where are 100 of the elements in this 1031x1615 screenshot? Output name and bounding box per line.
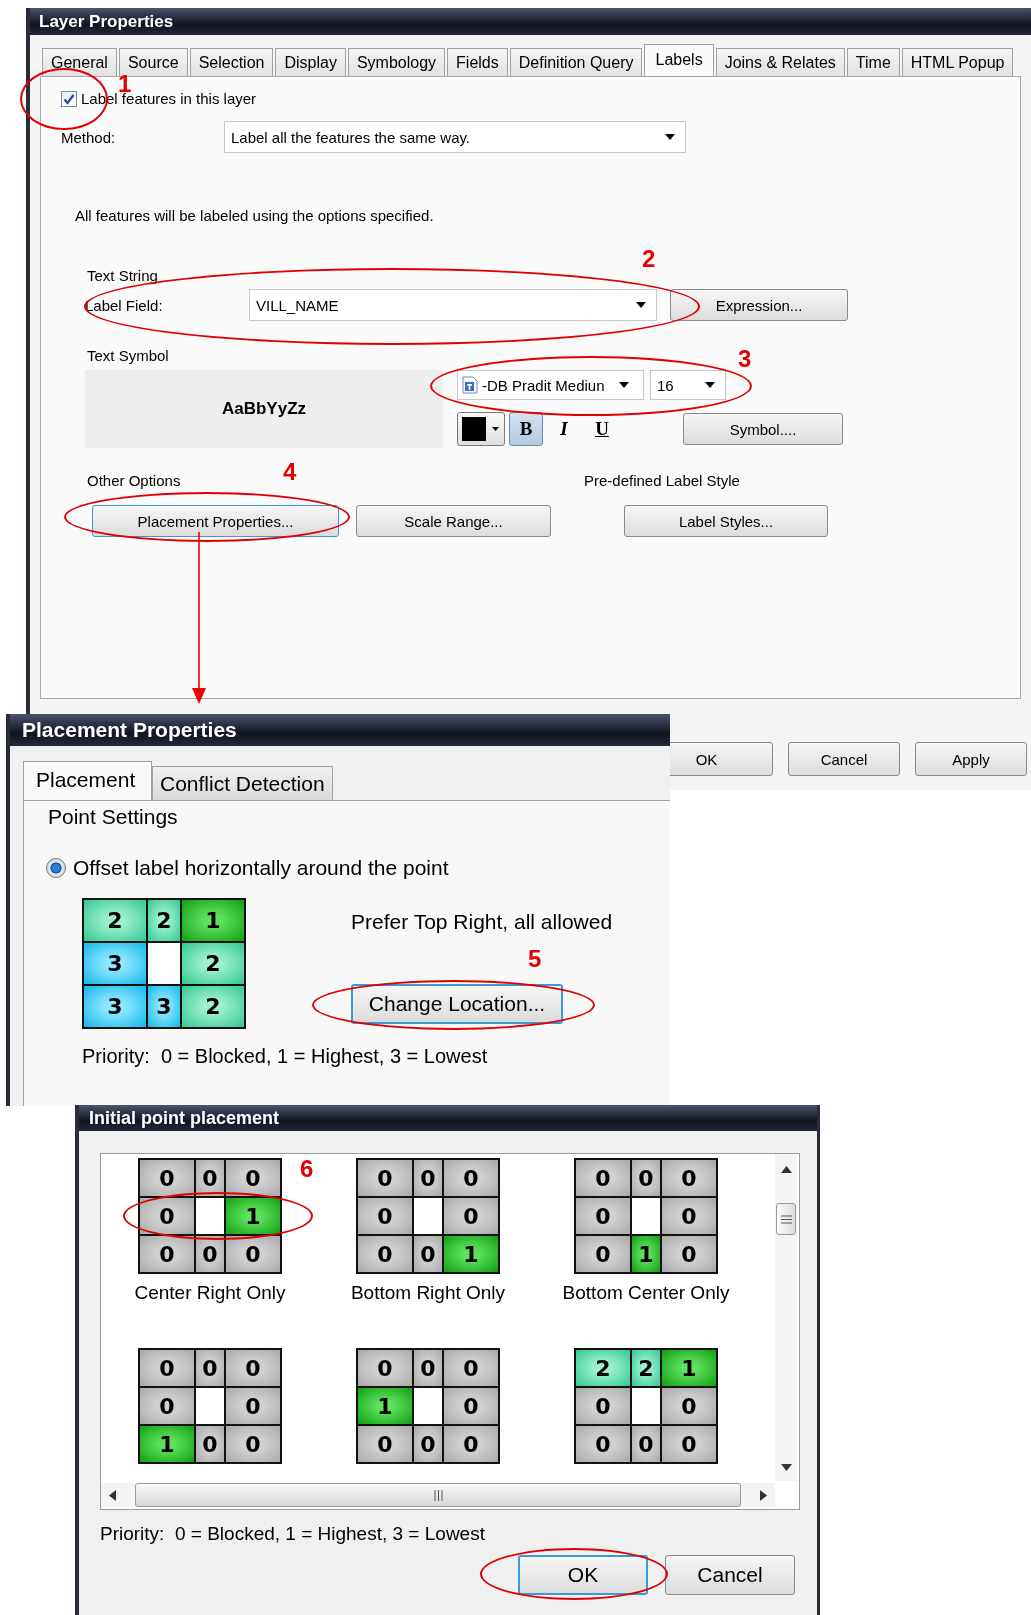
tab[interactable]: Source (118, 48, 188, 76)
button[interactable]: Cancel (665, 1555, 795, 1595)
button[interactable]: Expression... (670, 289, 848, 321)
tab[interactable]: Fields (447, 48, 508, 76)
tab[interactable]: HTML Popup (901, 48, 1014, 76)
priority-cell: 0 (226, 1426, 280, 1462)
placement-grid[interactable]: 0 0 0 0 1 0 0 0 (138, 1158, 282, 1274)
text-preview: AaBbYyZz (85, 370, 443, 448)
step-number: 5 (528, 945, 542, 973)
font-file-icon (462, 376, 478, 394)
priority-cell: 0 (358, 1236, 412, 1272)
section-heading: Text String (87, 267, 158, 284)
priority-cell: 1 (226, 1198, 280, 1234)
button[interactable]: Label Styles... (624, 505, 828, 537)
dropdown-field[interactable]: 16 (650, 370, 726, 400)
priority-cell: 0 (414, 1426, 442, 1462)
priority-cell: 2 (84, 900, 146, 941)
priority-cell: 1 (632, 1236, 660, 1272)
placement-grid[interactable]: 2 2 1 0 0 0 0 0 (574, 1348, 718, 1464)
section-heading: Other Options (87, 472, 182, 489)
priority-cell: 3 (84, 986, 146, 1027)
dropdown-arrow-icon (619, 382, 629, 388)
format-button[interactable]: B (509, 412, 543, 446)
check-icon (63, 92, 75, 105)
step-number: 4 (283, 458, 297, 486)
field-label: Label Field: (85, 296, 164, 314)
priority-cell: 0 (576, 1198, 630, 1234)
placement-grid[interactable]: 0 0 0 0 0 0 1 0 (574, 1158, 718, 1274)
priority-cell: 0 (226, 1160, 280, 1196)
section-heading: Point Settings (48, 805, 179, 829)
radio-button[interactable] (46, 858, 66, 878)
format-button[interactable]: I (547, 412, 581, 446)
legend-text: Priority: 0 = Blocked, 1 = Highest, 3 = Lowest (82, 1045, 489, 1068)
priority-cell: 0 (358, 1426, 412, 1462)
priority-cell: 0 (226, 1388, 280, 1424)
step-number: 6 (300, 1155, 314, 1183)
priority-cell: 2 (182, 986, 244, 1027)
scroll-thumb[interactable] (776, 1203, 796, 1235)
scroll-right-icon (760, 1489, 767, 1501)
priority-cell: 0 (662, 1198, 716, 1234)
option-caption: Center Right Only (134, 1282, 286, 1304)
button[interactable]: Symbol.... (683, 413, 843, 445)
tab[interactable]: Display (275, 48, 346, 76)
placement-grid[interactable]: 0 0 0 1 0 0 0 0 (356, 1348, 500, 1464)
tab[interactable]: Selection (189, 48, 274, 76)
priority-cell: 0 (576, 1160, 630, 1196)
tab[interactable]: Conflict Detection (152, 766, 333, 800)
checkbox[interactable] (61, 90, 77, 107)
priority-cell: 0 (576, 1426, 630, 1462)
priority-cell: 0 (662, 1426, 716, 1462)
placement-grid[interactable]: 0 0 0 0 0 0 0 1 (356, 1158, 500, 1274)
dropdown-field[interactable]: -DB Pradit Mediun (457, 370, 644, 400)
priority-cell: 0 (140, 1388, 194, 1424)
info-text: All features will be labeled using the options specified. (75, 207, 434, 224)
vertical-scrollbar[interactable] (775, 1154, 797, 1481)
dropdown-field[interactable]: VILL_NAME (249, 289, 657, 321)
tab[interactable]: Symbology (347, 48, 446, 76)
tab[interactable]: General (42, 48, 117, 76)
window-title: Initial point placement (89, 1107, 280, 1129)
window-title: Layer Properties (39, 11, 174, 32)
tab[interactable]: Definition Query (509, 48, 643, 76)
priority-cell: 0 (576, 1236, 630, 1272)
button[interactable]: Scale Range... (356, 505, 551, 537)
priority-cell: 0 (358, 1198, 412, 1234)
button[interactable]: Cancel (788, 742, 900, 776)
color-swatch-icon (462, 417, 486, 441)
dropdown-field[interactable]: Label all the features the same way. (224, 121, 686, 153)
button[interactable]: Apply (915, 742, 1027, 776)
priority-cell: 0 (414, 1236, 442, 1272)
priority-cell: 0 (576, 1388, 630, 1424)
tab[interactable]: Labels (644, 44, 714, 76)
button[interactable]: OK (518, 1555, 648, 1595)
button[interactable]: Placement Properties... (92, 505, 339, 537)
step-number: 2 (642, 245, 656, 273)
priority-cell: 0 (414, 1350, 442, 1386)
dropdown-arrow-icon (705, 382, 715, 388)
section-heading: Text Symbol (87, 347, 169, 364)
scroll-up-icon (780, 1166, 792, 1173)
placement-grid[interactable]: 0 0 0 0 0 1 0 0 (138, 1348, 282, 1464)
priority-cell: 0 (662, 1160, 716, 1196)
priority-cell: 0 (196, 1160, 224, 1196)
priority-cell: 0 (632, 1426, 660, 1462)
tab[interactable]: Placement (23, 761, 152, 800)
priority-cell: 0 (444, 1160, 498, 1196)
color-picker-button[interactable] (457, 412, 505, 446)
priority-cell: 0 (444, 1350, 498, 1386)
button[interactable]: Change Location... (351, 984, 563, 1024)
priority-cell: 1 (662, 1350, 716, 1386)
priority-cell: 0 (662, 1236, 716, 1272)
scroll-left-icon (109, 1489, 116, 1501)
tab[interactable]: Joins & Relates (715, 48, 845, 76)
format-button[interactable]: U (585, 412, 619, 446)
priority-cell: 0 (196, 1350, 224, 1386)
dropdown-arrow-icon (492, 427, 499, 431)
priority-cell: 0 (662, 1388, 716, 1424)
grip-icon (433, 1489, 443, 1501)
section-heading: Pre-defined Label Style (584, 472, 740, 489)
priority-cell: 0 (140, 1350, 194, 1386)
priority-cell: 0 (444, 1388, 498, 1424)
tab[interactable]: Time (846, 48, 900, 76)
